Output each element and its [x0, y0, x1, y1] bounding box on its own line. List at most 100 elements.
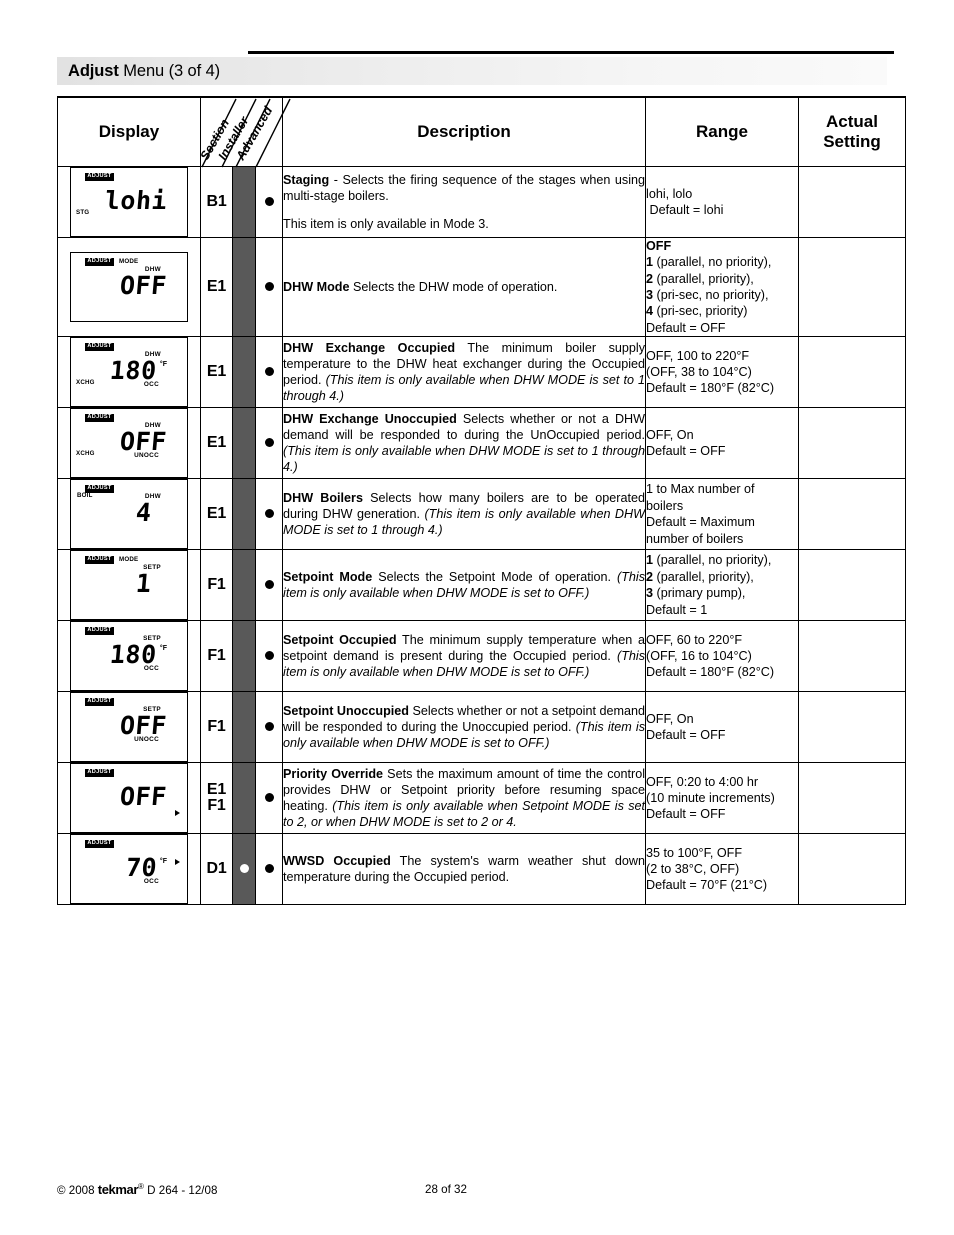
cell-description: DHW Boilers Selects how many boilers are…	[282, 478, 647, 551]
cell-advanced-marker	[254, 478, 284, 551]
cell-actual-setting[interactable]	[798, 336, 907, 409]
cell-installer-marker	[232, 549, 256, 622]
cell-installer-marker	[232, 336, 256, 409]
cell-display: ADJUST SETP OCC 180 °F	[57, 620, 201, 693]
lcd-bottom-left-label: XCHG	[76, 378, 95, 386]
diagonal-label-section: Section	[197, 116, 232, 162]
range-value-key: 4	[646, 304, 654, 319]
filled-dot-icon	[264, 793, 274, 803]
cell-actual-setting[interactable]	[798, 236, 907, 338]
cell-installer-marker	[232, 407, 256, 480]
filled-dot-icon	[264, 367, 274, 377]
cell-range: OFF, 100 to 220°F (OFF, 38 to 104°C) Defau…	[645, 336, 800, 409]
lcd-display: ADJUST MODE SETP 1	[70, 550, 188, 621]
lcd-unit-label: °F	[159, 858, 167, 866]
filled-dot-icon	[264, 722, 274, 732]
cell-range: OFF, On Default = OFF	[645, 407, 800, 480]
range-line: OFF, On	[646, 711, 694, 726]
section-code: E1	[206, 434, 227, 451]
range-line: (OFF, 38 to 104°C)	[646, 364, 752, 379]
range-line: (2 to 38°C, OFF)	[646, 861, 740, 876]
cell-advanced-marker	[254, 691, 284, 764]
lcd-adjust-badge: ADJUST	[85, 414, 114, 423]
lcd-display: ADJUST XCHG DHW UNOCC OFF	[70, 408, 188, 479]
lcd-value: 1	[135, 569, 155, 599]
range-line: boilers	[646, 498, 684, 513]
cell-installer-marker	[232, 166, 256, 238]
filled-dot-icon	[264, 197, 274, 207]
description-paragraph: Setpoint Unoccupied Selects whether or n…	[283, 703, 646, 751]
range-line: Default = OFF	[646, 728, 726, 743]
column-header-range: Range	[645, 96, 800, 167]
table-row: ADJUST XCHG DHW UNOCC OFF E1 DHW Exchange Unoc…	[57, 407, 907, 480]
description-note: (This item is only available when DHW MO…	[283, 649, 646, 680]
lcd-adjust-badge: ADJUST	[85, 343, 114, 352]
cell-advanced-marker	[254, 620, 284, 693]
table-row: ADJUST SETP UNOCC OFF F1 Setpoint Unoccupied …	[57, 691, 907, 764]
description-term: Priority Override	[283, 766, 384, 781]
cell-actual-setting[interactable]	[798, 166, 907, 238]
cell-range: 35 to 100°F, OFF (2 to 38°C, OFF) Default …	[645, 833, 800, 906]
lcd-mode-label: MODE	[119, 257, 139, 265]
cell-actual-setting[interactable]	[798, 478, 907, 551]
cell-description: DHW Exchange Occupied The minimum boiler…	[282, 336, 647, 409]
description-note: (This item is only available when DHW MO…	[283, 373, 646, 404]
lcd-value: 180	[109, 640, 159, 670]
footer-copyright-text: © 2008	[57, 1184, 98, 1197]
cell-actual-setting[interactable]	[798, 620, 907, 693]
lcd-adjust-badge: ADJUST	[85, 627, 114, 636]
cell-section-code: E1	[200, 478, 233, 551]
column-header-diagonal-group: Section Installer Advanced	[197, 96, 291, 168]
lcd-value: 70	[124, 853, 159, 883]
range-value-key: 3	[646, 288, 654, 303]
range-value-key: 2	[646, 569, 654, 584]
cell-display: ADJUST MODE DHW OFF	[57, 236, 201, 338]
table-header-row: Display Section Installer Advanced Descr…	[57, 96, 907, 168]
cell-actual-setting[interactable]	[798, 691, 907, 764]
cell-advanced-marker	[254, 549, 284, 622]
section-code: D1	[206, 860, 227, 877]
range-line: (OFF, 16 to 104°C)	[646, 648, 752, 663]
cell-advanced-marker	[254, 833, 284, 906]
cell-section-code: F1	[200, 620, 233, 693]
section-code: E1	[206, 363, 227, 380]
cell-display: ADJUST XCHG DHW UNOCC OFF	[57, 407, 201, 480]
lcd-value: OFF	[119, 427, 169, 457]
title-top-rule	[248, 51, 894, 54]
lcd-adjust-badge: ADJUST	[85, 556, 114, 565]
cell-display: ADJUST OCC 70 °F	[57, 833, 201, 906]
range-line: 35 to 100°F, OFF	[646, 845, 743, 860]
range-line: OFF, 60 to 220°F	[646, 632, 743, 647]
cell-actual-setting[interactable]	[798, 549, 907, 622]
lcd-mode-label: MODE	[119, 555, 139, 563]
range-line: Default = OFF	[646, 807, 726, 822]
lcd-display: ADJUST MODE DHW OFF	[70, 252, 188, 323]
page-title: Adjust Menu (3 of 4)	[57, 62, 220, 81]
cell-section-code: E1	[200, 336, 233, 409]
lcd-unit-label: °F	[159, 361, 167, 369]
cell-actual-setting[interactable]	[798, 407, 907, 480]
cell-section-code: F1	[200, 691, 233, 764]
section-code: F1	[207, 576, 226, 593]
cell-range: OFF 1 (parallel, no priority), 2 (parallel…	[645, 236, 800, 338]
range-line: OFF, On	[646, 427, 694, 442]
cell-actual-setting[interactable]	[798, 833, 907, 906]
page-title-bar: Adjust Menu (3 of 4)	[57, 57, 887, 85]
cell-display: ADJUST OFF	[57, 762, 201, 835]
description-term: DHW Exchange Unoccupied	[283, 411, 457, 426]
lcd-display: ADJUST XCHG DHW OCC 180 °F	[70, 337, 188, 408]
column-header-actual-setting: Actual Setting	[798, 96, 907, 167]
footer-page-number: 28 of 32	[425, 1183, 467, 1196]
description-term: Setpoint Unoccupied	[283, 703, 409, 718]
cell-description: Priority Override Sets the maximum amoun…	[282, 762, 647, 835]
cell-actual-setting[interactable]	[798, 762, 907, 835]
lcd-display: ADJUST SETP UNOCC OFF	[70, 692, 188, 763]
cell-advanced-marker	[254, 762, 284, 835]
range-line: Default = OFF	[646, 320, 726, 335]
cell-installer-marker	[232, 833, 256, 906]
filled-dot-icon	[264, 651, 274, 661]
lcd-value: lohi	[103, 186, 169, 215]
diagonal-labels: Section Installer Advanced	[197, 98, 291, 168]
footer-brand: tekmar	[97, 1182, 139, 1197]
description-term: DHW Boilers	[283, 490, 363, 505]
